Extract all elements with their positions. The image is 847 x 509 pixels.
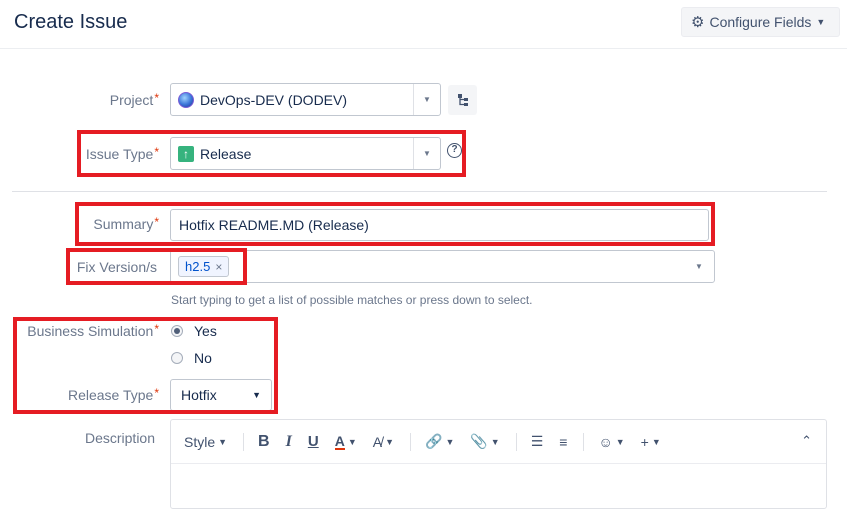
release-type-label: Release Type* [67,386,159,403]
business-simulation-label: Business Simulation* [27,322,159,339]
underline-icon[interactable]: U [308,433,319,450]
project-hierarchy-button[interactable] [448,85,477,115]
page-title: Create Issue [14,11,128,33]
radio-yes[interactable]: Yes [171,323,217,339]
text-color-icon[interactable]: A ▼ [334,434,357,450]
description-editor[interactable]: Style ▼ B I U A ▼ A̸ ▼ 🔗 ▼ 📎 ▼ ☰ ≡ ☺ ▼ + ▼ ⌃ [170,419,827,509]
italic-icon[interactable]: I [286,433,292,451]
summary-label: Summary* [93,215,159,232]
numbered-list-icon[interactable]: ≡ [559,434,567,450]
chevron-down-icon[interactable]: ▼ [684,251,714,282]
release-type-value: Hotfix [181,387,217,403]
project-select[interactable]: DevOps-DEV (DODEV) ▼ [170,83,441,116]
insert-more-icon[interactable]: + ▼ [641,434,661,450]
radio-no[interactable]: No [171,350,212,366]
gear-icon: ⚙ [691,14,705,31]
radio-yes-label: Yes [194,323,217,339]
project-avatar-icon [178,91,194,108]
attachment-icon[interactable]: 📎 ▼ [470,433,499,450]
required-marker: * [154,145,159,159]
collapse-toolbar-icon[interactable]: ⌃ [801,433,812,449]
project-label: Project* [109,91,159,108]
required-marker: * [154,386,159,400]
release-type-select[interactable]: Hotfix ▼ [170,379,272,411]
issue-type-select[interactable]: ↑ Release ▼ [170,137,441,170]
section-divider [12,191,827,192]
remove-tag-icon[interactable]: × [215,260,222,274]
editor-toolbar: Style ▼ B I U A ▼ A̸ ▼ 🔗 ▼ 📎 ▼ ☰ ≡ ☺ ▼ + ▼ ⌃ [171,420,826,464]
project-value: DevOps-DEV (DODEV) [200,91,348,108]
configure-fields-label: Configure Fields [709,14,812,30]
configure-fields-button[interactable]: ⚙ Configure Fields ▼ [681,7,840,37]
required-marker: * [154,215,159,229]
more-formatting-icon[interactable]: A̸ ▼ [373,434,394,450]
chevron-down-icon[interactable]: ▼ [413,84,440,115]
required-marker: * [154,322,159,336]
bullet-list-icon[interactable]: ☰ [531,433,544,450]
version-tag-label: h2.5 [185,259,211,274]
issue-type-value: Release [200,145,252,162]
emoji-icon[interactable]: ☺ ▼ [598,434,624,450]
chevron-down-icon: ▼ [252,390,261,400]
chevron-down-icon: ▼ [816,17,826,27]
release-arrow-icon: ↑ [178,145,194,162]
chevron-down-icon[interactable]: ▼ [413,138,440,169]
fix-version-label: Fix Version/s [76,259,157,275]
summary-value: Hotfix README.MD (Release) [179,217,369,233]
bold-icon[interactable]: B [258,433,270,451]
help-icon[interactable]: ? [447,143,462,158]
radio-button[interactable] [171,352,183,364]
style-dropdown[interactable]: Style ▼ [184,434,227,450]
hierarchy-icon [457,94,468,106]
radio-button-checked[interactable] [171,325,183,337]
issue-type-label: Issue Type* [85,145,159,162]
radio-no-label: No [194,350,212,366]
description-label: Description [84,430,155,446]
version-tag[interactable]: h2.5 × [178,256,230,277]
header-divider [0,48,847,49]
link-icon[interactable]: 🔗 ▼ [425,433,454,450]
required-marker: * [154,91,159,105]
fix-version-hint: Start typing to get a list of possible m… [171,293,533,307]
fix-version-picker[interactable]: h2.5 × ▼ [170,250,715,283]
summary-input[interactable]: Hotfix README.MD (Release) [170,209,709,241]
